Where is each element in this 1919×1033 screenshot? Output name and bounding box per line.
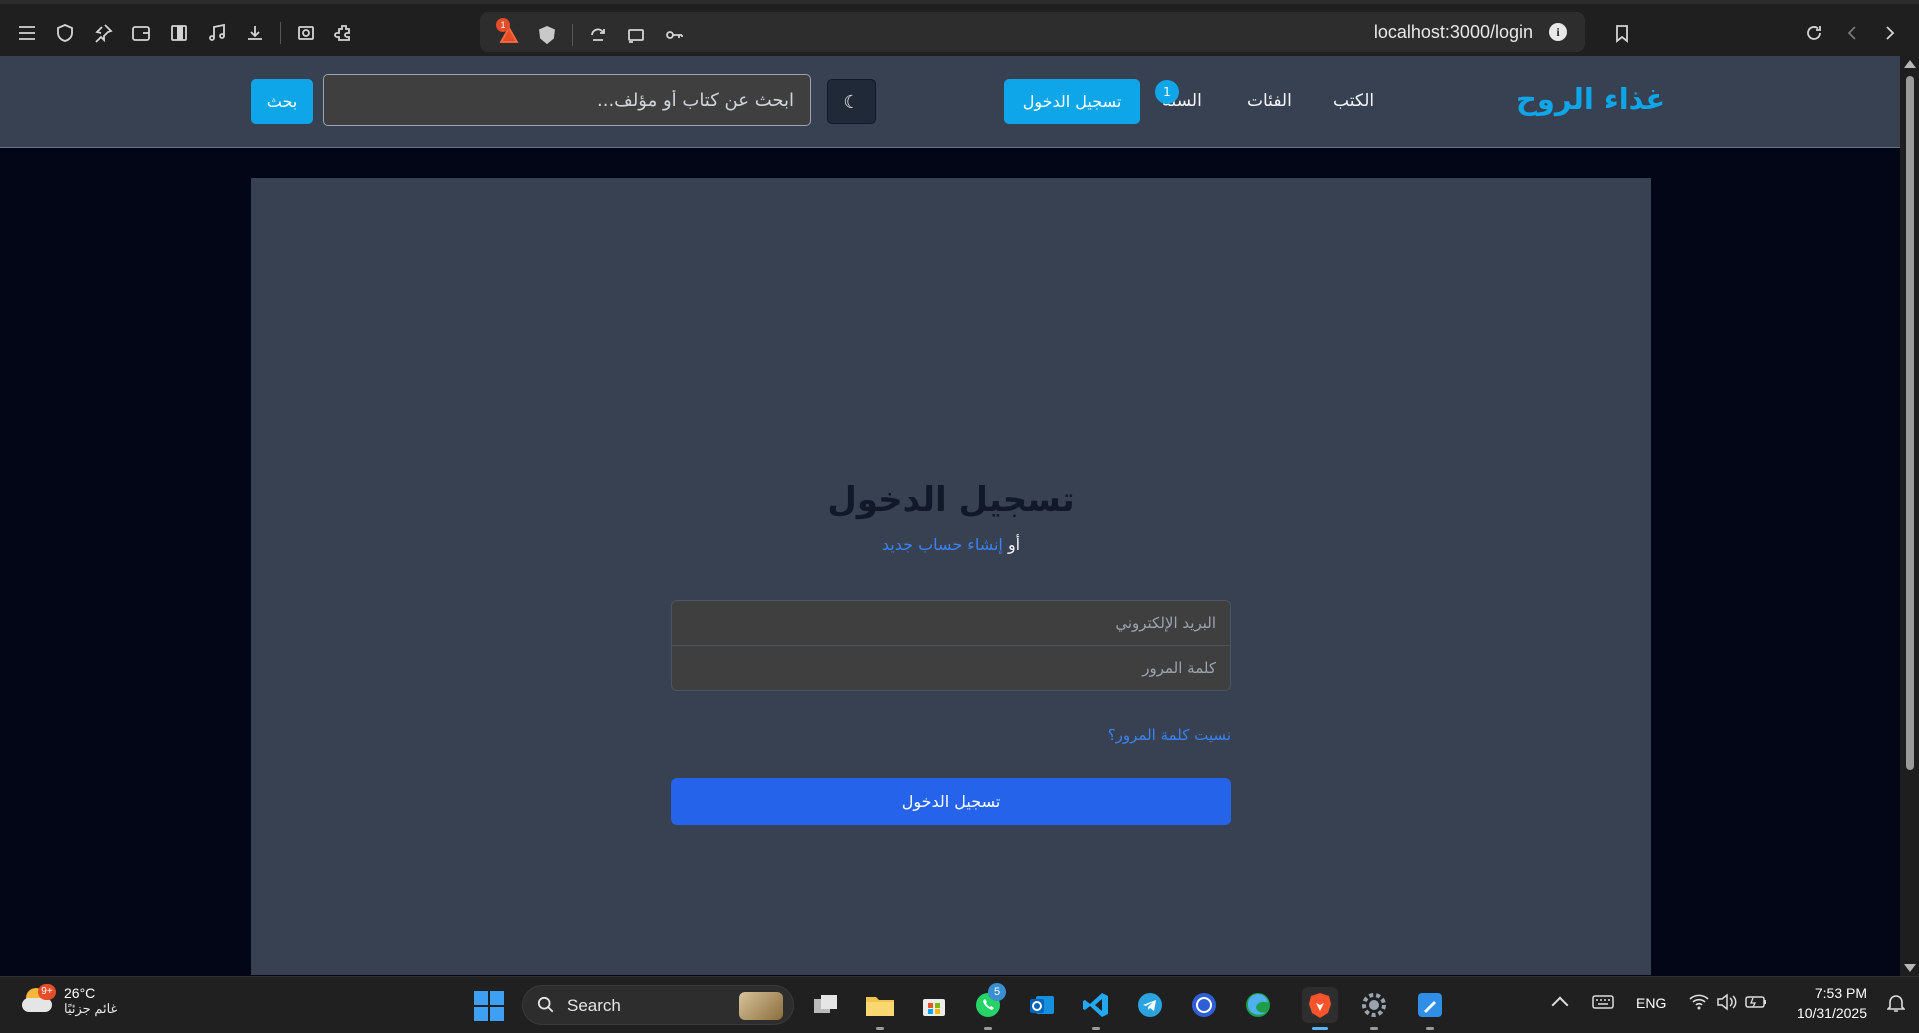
reload-icon[interactable] xyxy=(1795,14,1833,52)
nav-categories[interactable]: الفئات xyxy=(1247,91,1292,111)
telegram-icon[interactable] xyxy=(1132,987,1168,1023)
password-field[interactable] xyxy=(671,645,1231,691)
download-icon[interactable] xyxy=(236,14,274,52)
cast-icon[interactable] xyxy=(617,16,655,54)
whatsapp-badge: 5 xyxy=(988,983,1006,1001)
tray-overflow-chevron-icon[interactable] xyxy=(1551,996,1569,1014)
url-separator xyxy=(572,24,573,46)
cart-count-badge: 1 xyxy=(1155,80,1179,104)
login-submit-button[interactable]: تسجيل الدخول xyxy=(671,778,1231,825)
wifi-icon[interactable] xyxy=(1688,993,1710,1016)
taskbar-search-label: Search xyxy=(567,996,621,1015)
clock-time: 7:53 PM xyxy=(1814,985,1867,1001)
address-bar[interactable]: 1 localhost:3000/login i xyxy=(480,12,1585,52)
scroll-down-arrow[interactable] xyxy=(1904,964,1916,972)
page-scrollbar[interactable] xyxy=(1900,56,1919,976)
url-text[interactable]: localhost:3000/login xyxy=(1374,22,1533,43)
language-indicator[interactable]: ENG xyxy=(1636,995,1666,1011)
weather-desc: غائم جزئيًا xyxy=(64,1001,118,1016)
store-icon[interactable] xyxy=(916,987,952,1023)
forward-icon[interactable] xyxy=(1871,14,1909,52)
vscode-icon[interactable] xyxy=(1078,987,1114,1030)
search-icon xyxy=(537,996,554,1013)
bookmark-icon[interactable] xyxy=(1603,14,1641,52)
outlook-icon[interactable] xyxy=(1024,987,1060,1023)
brave-rewards-badge: 1 xyxy=(496,18,510,32)
vpn-app-icon[interactable] xyxy=(1186,987,1222,1023)
email-field[interactable] xyxy=(671,600,1231,646)
search-input[interactable] xyxy=(323,74,811,126)
scroll-thumb[interactable] xyxy=(1906,76,1914,770)
login-card: تسجيل الدخول أو إنشاء حساب جديد نسيت كلم… xyxy=(251,178,1651,975)
search-highlight-image xyxy=(739,992,783,1020)
header-login-button[interactable]: تسجيل الدخول xyxy=(1004,79,1140,124)
sidebar-icon[interactable] xyxy=(160,14,198,52)
screenshot-icon[interactable] xyxy=(287,14,325,52)
file-explorer-icon[interactable] xyxy=(862,987,898,1030)
music-icon[interactable] xyxy=(198,14,236,52)
key-icon[interactable] xyxy=(655,16,693,54)
windows-taskbar: 9+ 26°C غائم جزئيًا Search 5 ENG 7:53 PM… xyxy=(0,976,1919,1033)
site-header: غذاء الروح الكتب الفئات السلة 1 تسجيل ال… xyxy=(0,56,1900,148)
brave-browser-icon[interactable] xyxy=(1302,987,1338,1030)
clock-date: 10/31/2025 xyxy=(1796,1005,1867,1021)
task-view-icon[interactable] xyxy=(808,987,844,1023)
theme-toggle-button[interactable]: ☾ xyxy=(827,79,876,124)
taskbar-search[interactable]: Search xyxy=(522,985,794,1025)
settings-icon[interactable] xyxy=(1356,987,1392,1030)
whatsapp-icon[interactable]: 5 xyxy=(970,983,1006,1030)
register-link[interactable]: إنشاء حساب جديد xyxy=(882,535,1003,554)
weather-widget[interactable]: 9+ 26°C غائم جزئيًا xyxy=(22,984,118,1017)
scroll-up-arrow[interactable] xyxy=(1904,60,1916,68)
battery-icon[interactable] xyxy=(1744,993,1768,1016)
login-subtitle: أو إنشاء حساب جديد xyxy=(251,535,1651,554)
start-button[interactable] xyxy=(474,991,504,1021)
shield-icon[interactable] xyxy=(46,14,84,52)
wallet-icon[interactable] xyxy=(122,14,160,52)
subtitle-prefix: أو xyxy=(1007,535,1021,554)
nav-books[interactable]: الكتب xyxy=(1333,91,1374,111)
login-title: تسجيل الدخول xyxy=(827,480,1075,520)
weather-badge: 9+ xyxy=(38,984,56,1000)
weather-icon: 9+ xyxy=(22,984,56,1016)
pin-icon[interactable] xyxy=(84,14,122,52)
toolbar-separator xyxy=(280,22,281,44)
site-brand[interactable]: غذاء الروح xyxy=(1516,82,1665,116)
keyboard-icon[interactable] xyxy=(1592,993,1614,1016)
notification-bell-icon[interactable] xyxy=(1887,993,1905,1013)
back-icon[interactable] xyxy=(1833,14,1871,52)
edge-icon[interactable] xyxy=(1240,987,1276,1023)
brave-shield-icon[interactable] xyxy=(528,16,566,54)
browser-left-tools xyxy=(8,14,363,52)
taskbar-clock[interactable]: 7:53 PM 10/31/2025 xyxy=(1797,985,1867,1021)
weather-temp: 26°C xyxy=(64,985,96,1001)
browser-toolbar: 1 localhost:3000/login i xyxy=(0,0,1919,56)
search-button[interactable]: بحث xyxy=(251,79,313,124)
url-left-icons: 1 xyxy=(490,16,693,54)
menu-icon[interactable] xyxy=(8,14,46,52)
brave-rewards-icon[interactable]: 1 xyxy=(490,16,528,54)
volume-icon[interactable] xyxy=(1716,993,1738,1016)
share-icon[interactable] xyxy=(579,16,617,54)
forgot-password-link[interactable]: نسيت كلمة المرور؟ xyxy=(671,726,1231,744)
site-info-icon[interactable]: i xyxy=(1549,23,1567,41)
extensions-icon[interactable] xyxy=(325,14,363,52)
paint-app-icon[interactable] xyxy=(1412,987,1448,1030)
